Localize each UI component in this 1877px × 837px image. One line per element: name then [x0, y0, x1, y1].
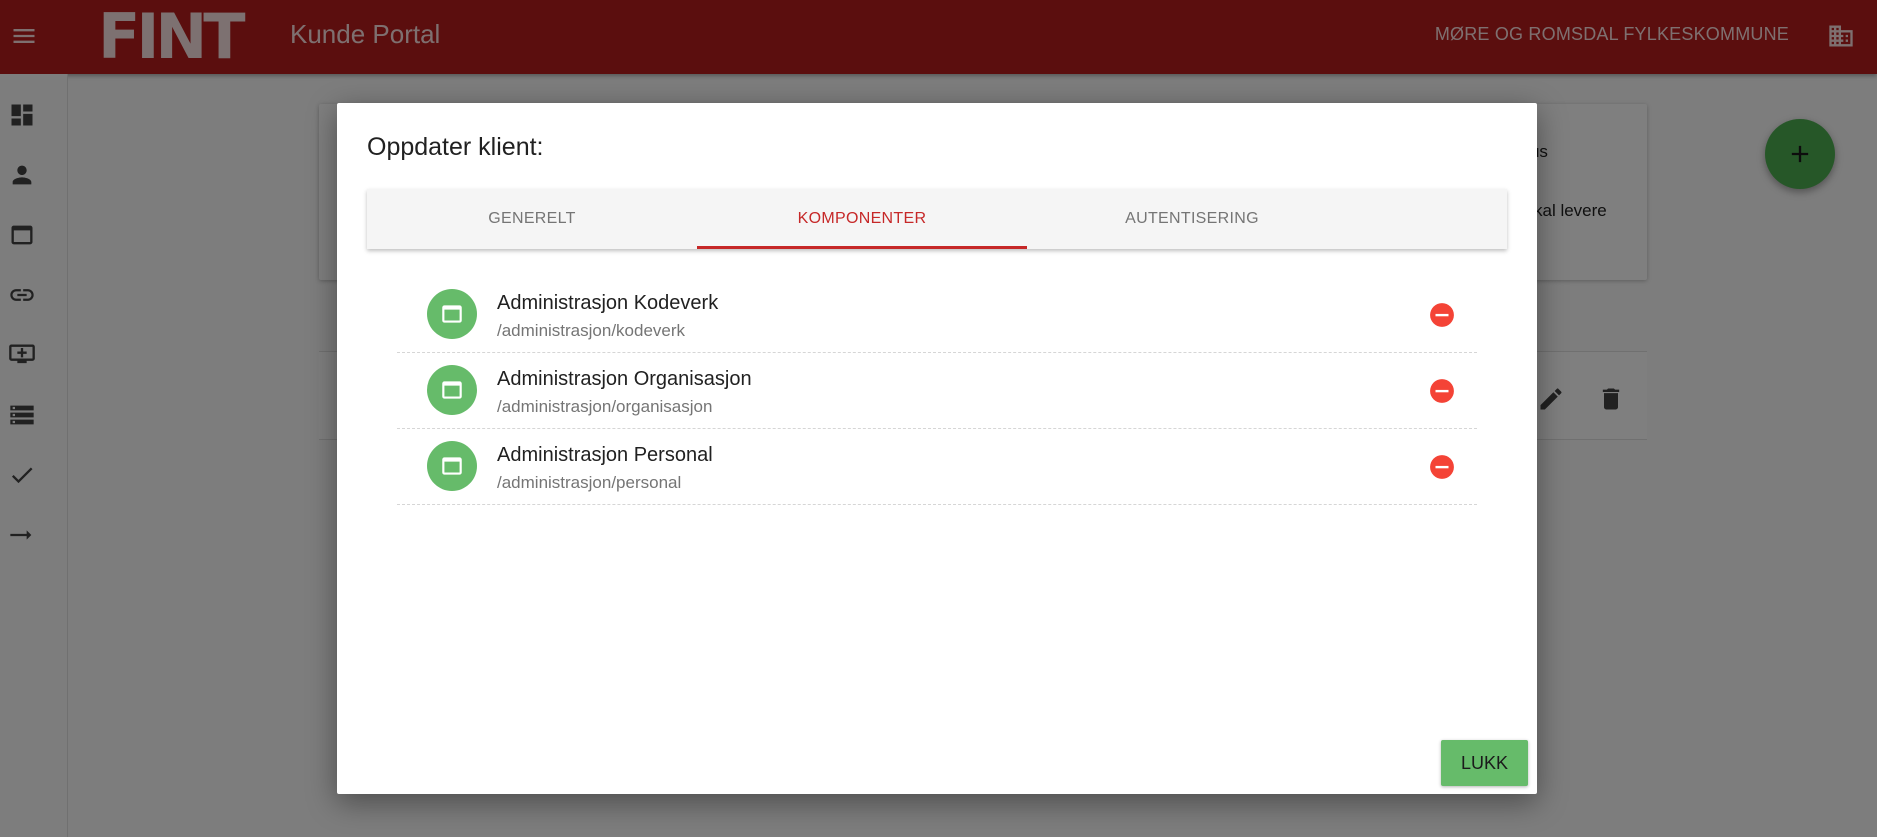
component-path: /administrasjon/organisasjon — [497, 397, 713, 416]
close-button[interactable]: LUKK — [1441, 740, 1528, 786]
active-tab-indicator — [697, 246, 1027, 249]
component-name: Administrasjon Personal — [497, 444, 713, 466]
tab-komponenter[interactable]: KOMPONENTER — [697, 189, 1027, 249]
web-window-icon — [442, 457, 462, 475]
list-item: Administrasjon Organisasjon /administras… — [397, 353, 1477, 429]
remove-circle-icon[interactable] — [1429, 302, 1455, 328]
component-avatar — [427, 441, 477, 491]
dialog-title: Oppdater klient: — [367, 133, 544, 161]
component-list: Administrasjon Kodeverk /administrasjon/… — [397, 277, 1477, 505]
web-window-icon — [442, 381, 462, 399]
component-path: /administrasjon/personal — [497, 473, 682, 492]
tab-generelt[interactable]: GENERELT — [367, 189, 697, 249]
tab-autentisering[interactable]: AUTENTISERING — [1027, 189, 1357, 249]
component-avatar — [427, 365, 477, 415]
list-item: Administrasjon Kodeverk /administrasjon/… — [397, 277, 1477, 353]
remove-circle-icon[interactable] — [1429, 454, 1455, 480]
component-name: Administrasjon Organisasjon — [497, 368, 752, 390]
tab-bar: GENERELT KOMPONENTER AUTENTISERING — [367, 189, 1507, 249]
list-item: Administrasjon Personal /administrasjon/… — [397, 429, 1477, 505]
component-name: Administrasjon Kodeverk — [497, 292, 719, 314]
component-avatar — [427, 289, 477, 339]
component-path: /administrasjon/kodeverk — [497, 321, 686, 340]
remove-circle-icon[interactable] — [1429, 378, 1455, 404]
web-window-icon — [442, 305, 462, 323]
update-client-dialog: Oppdater klient: GENERELT KOMPONENTER AU… — [337, 103, 1537, 794]
